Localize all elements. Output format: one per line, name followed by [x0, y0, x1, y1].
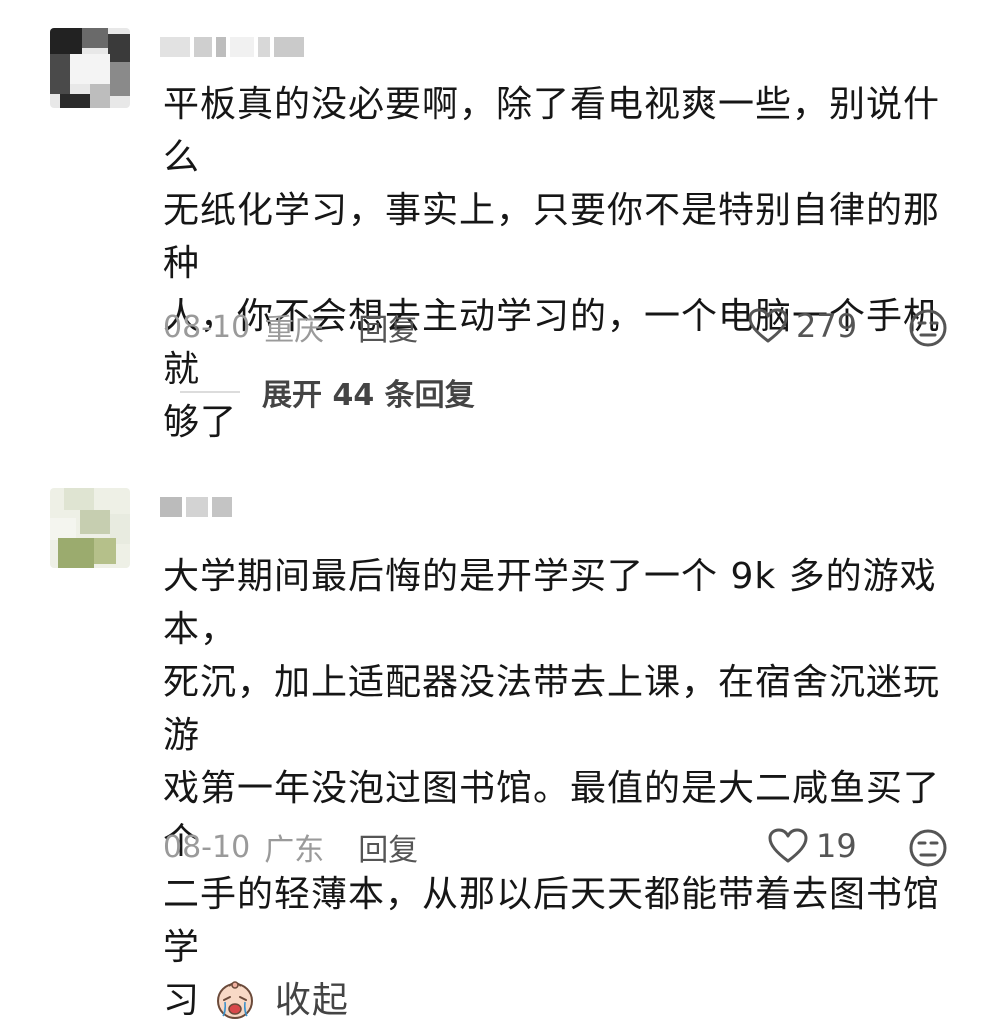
comment-text: 大学期间最后悔的是开学买了一个 9k 多的游戏本， 死沉，加上适配器没法带去上课…	[163, 550, 953, 1027]
comment-line-last: 习 收起	[163, 974, 953, 1027]
avatar[interactable]	[50, 488, 130, 568]
username-blurred[interactable]	[160, 494, 232, 520]
crying-emoji-icon	[217, 981, 254, 1019]
reply-button[interactable]: 回复	[358, 825, 418, 869]
like-button[interactable]: 19	[768, 827, 857, 865]
comment-date: 08-10	[163, 829, 251, 865]
dislike-face-icon[interactable]	[908, 828, 948, 868]
comment-location: 广东	[264, 833, 325, 868]
heart-outline-icon	[768, 828, 808, 863]
comment-line: 大学期间最后悔的是开学买了一个 9k 多的游戏本，	[163, 556, 937, 650]
comment-line: 死沉，加上适配器没法带去上课，在宿舍沉迷玩游	[163, 662, 941, 756]
comment-line: 二手的轻薄本，从那以后天天都能带着去图书馆学	[163, 874, 941, 968]
like-count: 19	[816, 827, 857, 865]
comment-2: 大学期间最后悔的是开学买了一个 9k 多的游戏本， 死沉，加上适配器没法带去上课…	[0, 0, 990, 1021]
collapse-button[interactable]: 收起	[275, 980, 349, 1021]
comment-line: 习	[163, 980, 201, 1021]
